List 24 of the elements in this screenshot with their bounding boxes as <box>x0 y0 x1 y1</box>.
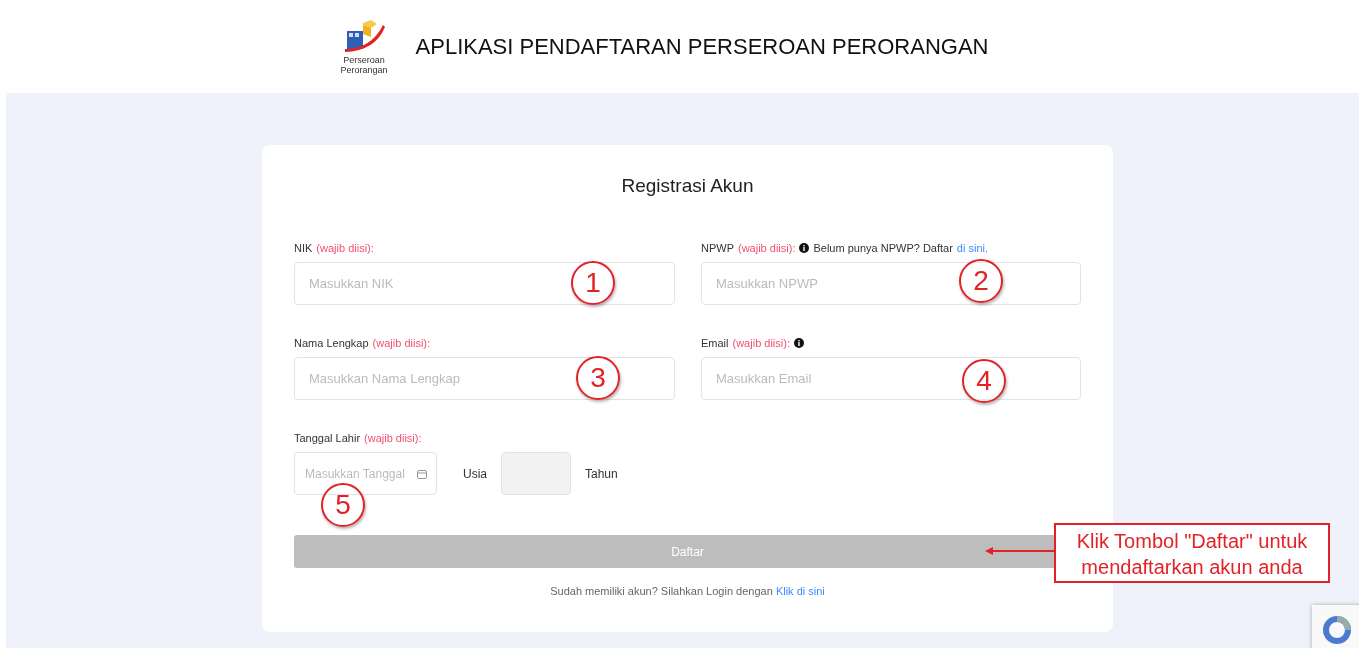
hint-text: Belum punya NPWP? Daftar <box>813 242 953 254</box>
field-label: Nama Lengkap <box>294 337 369 349</box>
number-marker: 1 <box>571 261 615 305</box>
number-marker: 4 <box>962 359 1006 403</box>
logo-text: Perorangan <box>340 64 388 75</box>
number-marker: 3 <box>576 356 620 400</box>
form-title: Registrasi Akun <box>620 175 755 197</box>
required-note: (wajib diisi): <box>732 337 790 349</box>
logo-text: Perseroan <box>343 54 385 65</box>
age-unit: Tahun <box>585 466 618 481</box>
field-label: NPWP <box>701 242 734 254</box>
required-note: (wajib diisi): <box>316 242 374 254</box>
required-note: (wajib diisi): <box>364 432 422 444</box>
field-label: Tanggal Lahir <box>294 432 361 444</box>
field-label: Email <box>701 337 729 349</box>
number-marker: 2 <box>959 259 1003 303</box>
field-label: NIK <box>294 242 313 254</box>
required-note: (wajib diisi): <box>738 242 796 254</box>
required-note: (wajib diisi): <box>372 337 431 349</box>
app-title: APLIKASI PENDAFTARAN PERSEROAN PERORANGAN <box>415 33 989 60</box>
number-marker: 5 <box>321 483 365 527</box>
age-label: Usia <box>463 466 487 481</box>
login-prompt: Sudah memiliki akun? Silahkan Login dengan <box>550 585 773 597</box>
callout-tooltip: Klik Tombol "Daftar" untuk mendaftarkan akun anda <box>1054 523 1330 583</box>
